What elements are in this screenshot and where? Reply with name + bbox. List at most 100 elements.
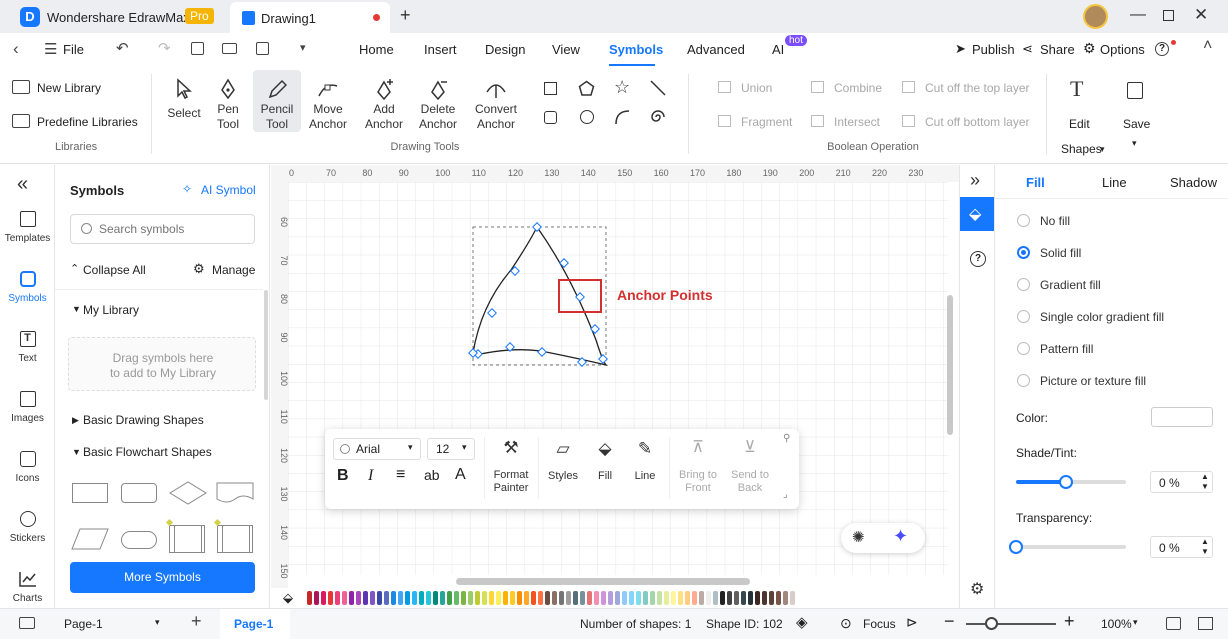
color-swatch[interactable] [370, 591, 375, 605]
color-swatch[interactable] [664, 591, 669, 605]
pencil-tool-button[interactable]: Pencil Tool [256, 76, 298, 132]
pattern-fill-radio[interactable] [1017, 342, 1030, 355]
color-swatch[interactable] [440, 591, 445, 605]
new-tab-icon[interactable]: + [400, 5, 411, 26]
panel-scrollbar[interactable] [264, 290, 268, 400]
color-swatch[interactable] [636, 591, 641, 605]
color-swatch[interactable] [398, 591, 403, 605]
color-swatch[interactable] [769, 591, 774, 605]
shade-slider-thumb[interactable] [1058, 475, 1073, 489]
basic-drawing-shapes-header[interactable]: Basic Drawing Shapes [83, 413, 204, 427]
shade-slider-track[interactable] [1016, 475, 1126, 489]
color-swatch[interactable] [790, 591, 795, 605]
stepper-up-icon[interactable]: ▲ [1201, 537, 1209, 546]
page-tab[interactable]: Page-1 [220, 609, 290, 639]
color-swatch[interactable] [615, 591, 620, 605]
transparency-slider-track[interactable] [1009, 540, 1126, 554]
menu-tab-advanced[interactable]: Advanced [687, 42, 745, 57]
color-swatch[interactable] [734, 591, 739, 605]
help-icon[interactable]: ? [1155, 42, 1169, 56]
bold-icon[interactable]: B [337, 467, 349, 485]
color-swatch[interactable] [489, 591, 494, 605]
shadow-tab[interactable]: Shadow [1170, 175, 1217, 190]
pen-tool-button[interactable]: Pen Tool [208, 76, 248, 132]
rail-stickers[interactable]: Stickers [0, 511, 55, 544]
zoom-slider-track[interactable] [966, 623, 1056, 625]
color-swatch[interactable] [622, 591, 627, 605]
stepper-down-icon[interactable]: ▼ [1201, 482, 1209, 491]
layers-icon[interactable]: ◈ [796, 613, 808, 631]
color-swatch[interactable] [468, 591, 473, 605]
circle-shape-icon[interactable] [580, 110, 594, 124]
rail-text[interactable]: T Text [0, 331, 55, 364]
basic-flowchart-shapes-header[interactable]: Basic Flowchart Shapes [83, 445, 212, 459]
color-swatch[interactable] [783, 591, 788, 605]
line-shape-icon[interactable] [650, 80, 666, 96]
redo-icon[interactable]: ↷ [158, 39, 171, 57]
color-swatch[interactable] [650, 591, 655, 605]
publish-button[interactable]: Publish [972, 42, 1015, 57]
color-swatch[interactable] [384, 591, 389, 605]
symbol-terminator[interactable] [121, 531, 157, 549]
color-swatch[interactable] [405, 591, 410, 605]
stepper-down-icon[interactable]: ▼ [1201, 547, 1209, 556]
fill-tab[interactable]: Fill [1026, 175, 1045, 190]
hamburger-icon[interactable]: ☰ [44, 40, 57, 58]
union-button[interactable]: Union [741, 81, 772, 95]
rectangle-shape-icon[interactable] [544, 82, 557, 95]
predefine-libraries-button[interactable]: Predefine Libraries [37, 115, 138, 129]
pin-icon[interactable]: ⚲ [783, 433, 790, 444]
color-swatch[interactable] [755, 591, 760, 605]
no-fill-radio[interactable] [1017, 214, 1030, 227]
color-swatch[interactable] [566, 591, 571, 605]
pentagon-shape-icon[interactable] [578, 80, 595, 97]
cut-top-layer-button[interactable]: Cut off the top layer [925, 81, 1030, 95]
color-swatch[interactable] [454, 591, 459, 605]
transparency-slider-thumb[interactable] [1009, 540, 1023, 554]
edit-shapes-label-2[interactable]: Shapes [1061, 142, 1102, 156]
star-shape-icon[interactable]: ☆ [614, 77, 630, 98]
save-small-icon[interactable] [191, 42, 204, 55]
fill-panel-tab[interactable]: ⬙ [960, 197, 995, 231]
font-color-icon[interactable]: A [455, 466, 466, 484]
zoom-out-icon[interactable]: − [944, 611, 955, 632]
delete-anchor-button[interactable]: Delete Anchor [415, 76, 461, 132]
fit-page-icon[interactable] [1166, 617, 1181, 630]
color-swatch[interactable] [391, 591, 396, 605]
page-select[interactable]: Page-1 ▾ [55, 612, 167, 636]
color-swatch[interactable] [594, 591, 599, 605]
symbol-alternate-process[interactable] [121, 483, 157, 503]
fragment-button[interactable]: Fragment [741, 115, 792, 129]
menu-tab-home[interactable]: Home [359, 42, 394, 57]
color-swatch[interactable] [671, 591, 676, 605]
vertical-scrollbar[interactable] [947, 295, 953, 435]
minimize-icon[interactable]: — [1130, 6, 1146, 24]
color-swatch[interactable] [531, 591, 536, 605]
symbol-internal-storage[interactable] [217, 525, 253, 553]
move-anchor-button[interactable]: Move Anchor [305, 76, 351, 132]
color-swatch[interactable] [587, 591, 592, 605]
color-swatch[interactable] [510, 591, 515, 605]
color-swatch[interactable] [419, 591, 424, 605]
styles-button[interactable]: ▱ Styles [543, 440, 583, 484]
color-swatch[interactable] [545, 591, 550, 605]
color-swatch[interactable] [363, 591, 368, 605]
expand-arrow-icon[interactable]: ▼ [72, 304, 81, 314]
symbol-document[interactable] [215, 481, 255, 505]
combine-button[interactable]: Combine [834, 81, 882, 95]
format-painter-button[interactable]: ⚒ Format Painter [489, 439, 533, 495]
horizontal-scrollbar[interactable] [456, 578, 750, 585]
rail-symbols[interactable]: Symbols [0, 271, 55, 304]
color-swatch[interactable] [412, 591, 417, 605]
color-swatch[interactable] [657, 591, 662, 605]
intersect-button[interactable]: Intersect [834, 115, 880, 129]
settings-gear-icon[interactable]: ⚙ [970, 579, 984, 599]
color-swatch[interactable] [503, 591, 508, 605]
symbol-data[interactable] [70, 527, 110, 551]
my-library-header[interactable]: My Library [83, 303, 139, 317]
color-swatches[interactable] [307, 591, 797, 605]
rail-templates[interactable]: Templates [0, 211, 55, 244]
color-swatch[interactable] [713, 591, 718, 605]
options-button[interactable]: Options [1100, 42, 1145, 57]
expand-arrow-icon[interactable]: ▼ [72, 447, 81, 457]
